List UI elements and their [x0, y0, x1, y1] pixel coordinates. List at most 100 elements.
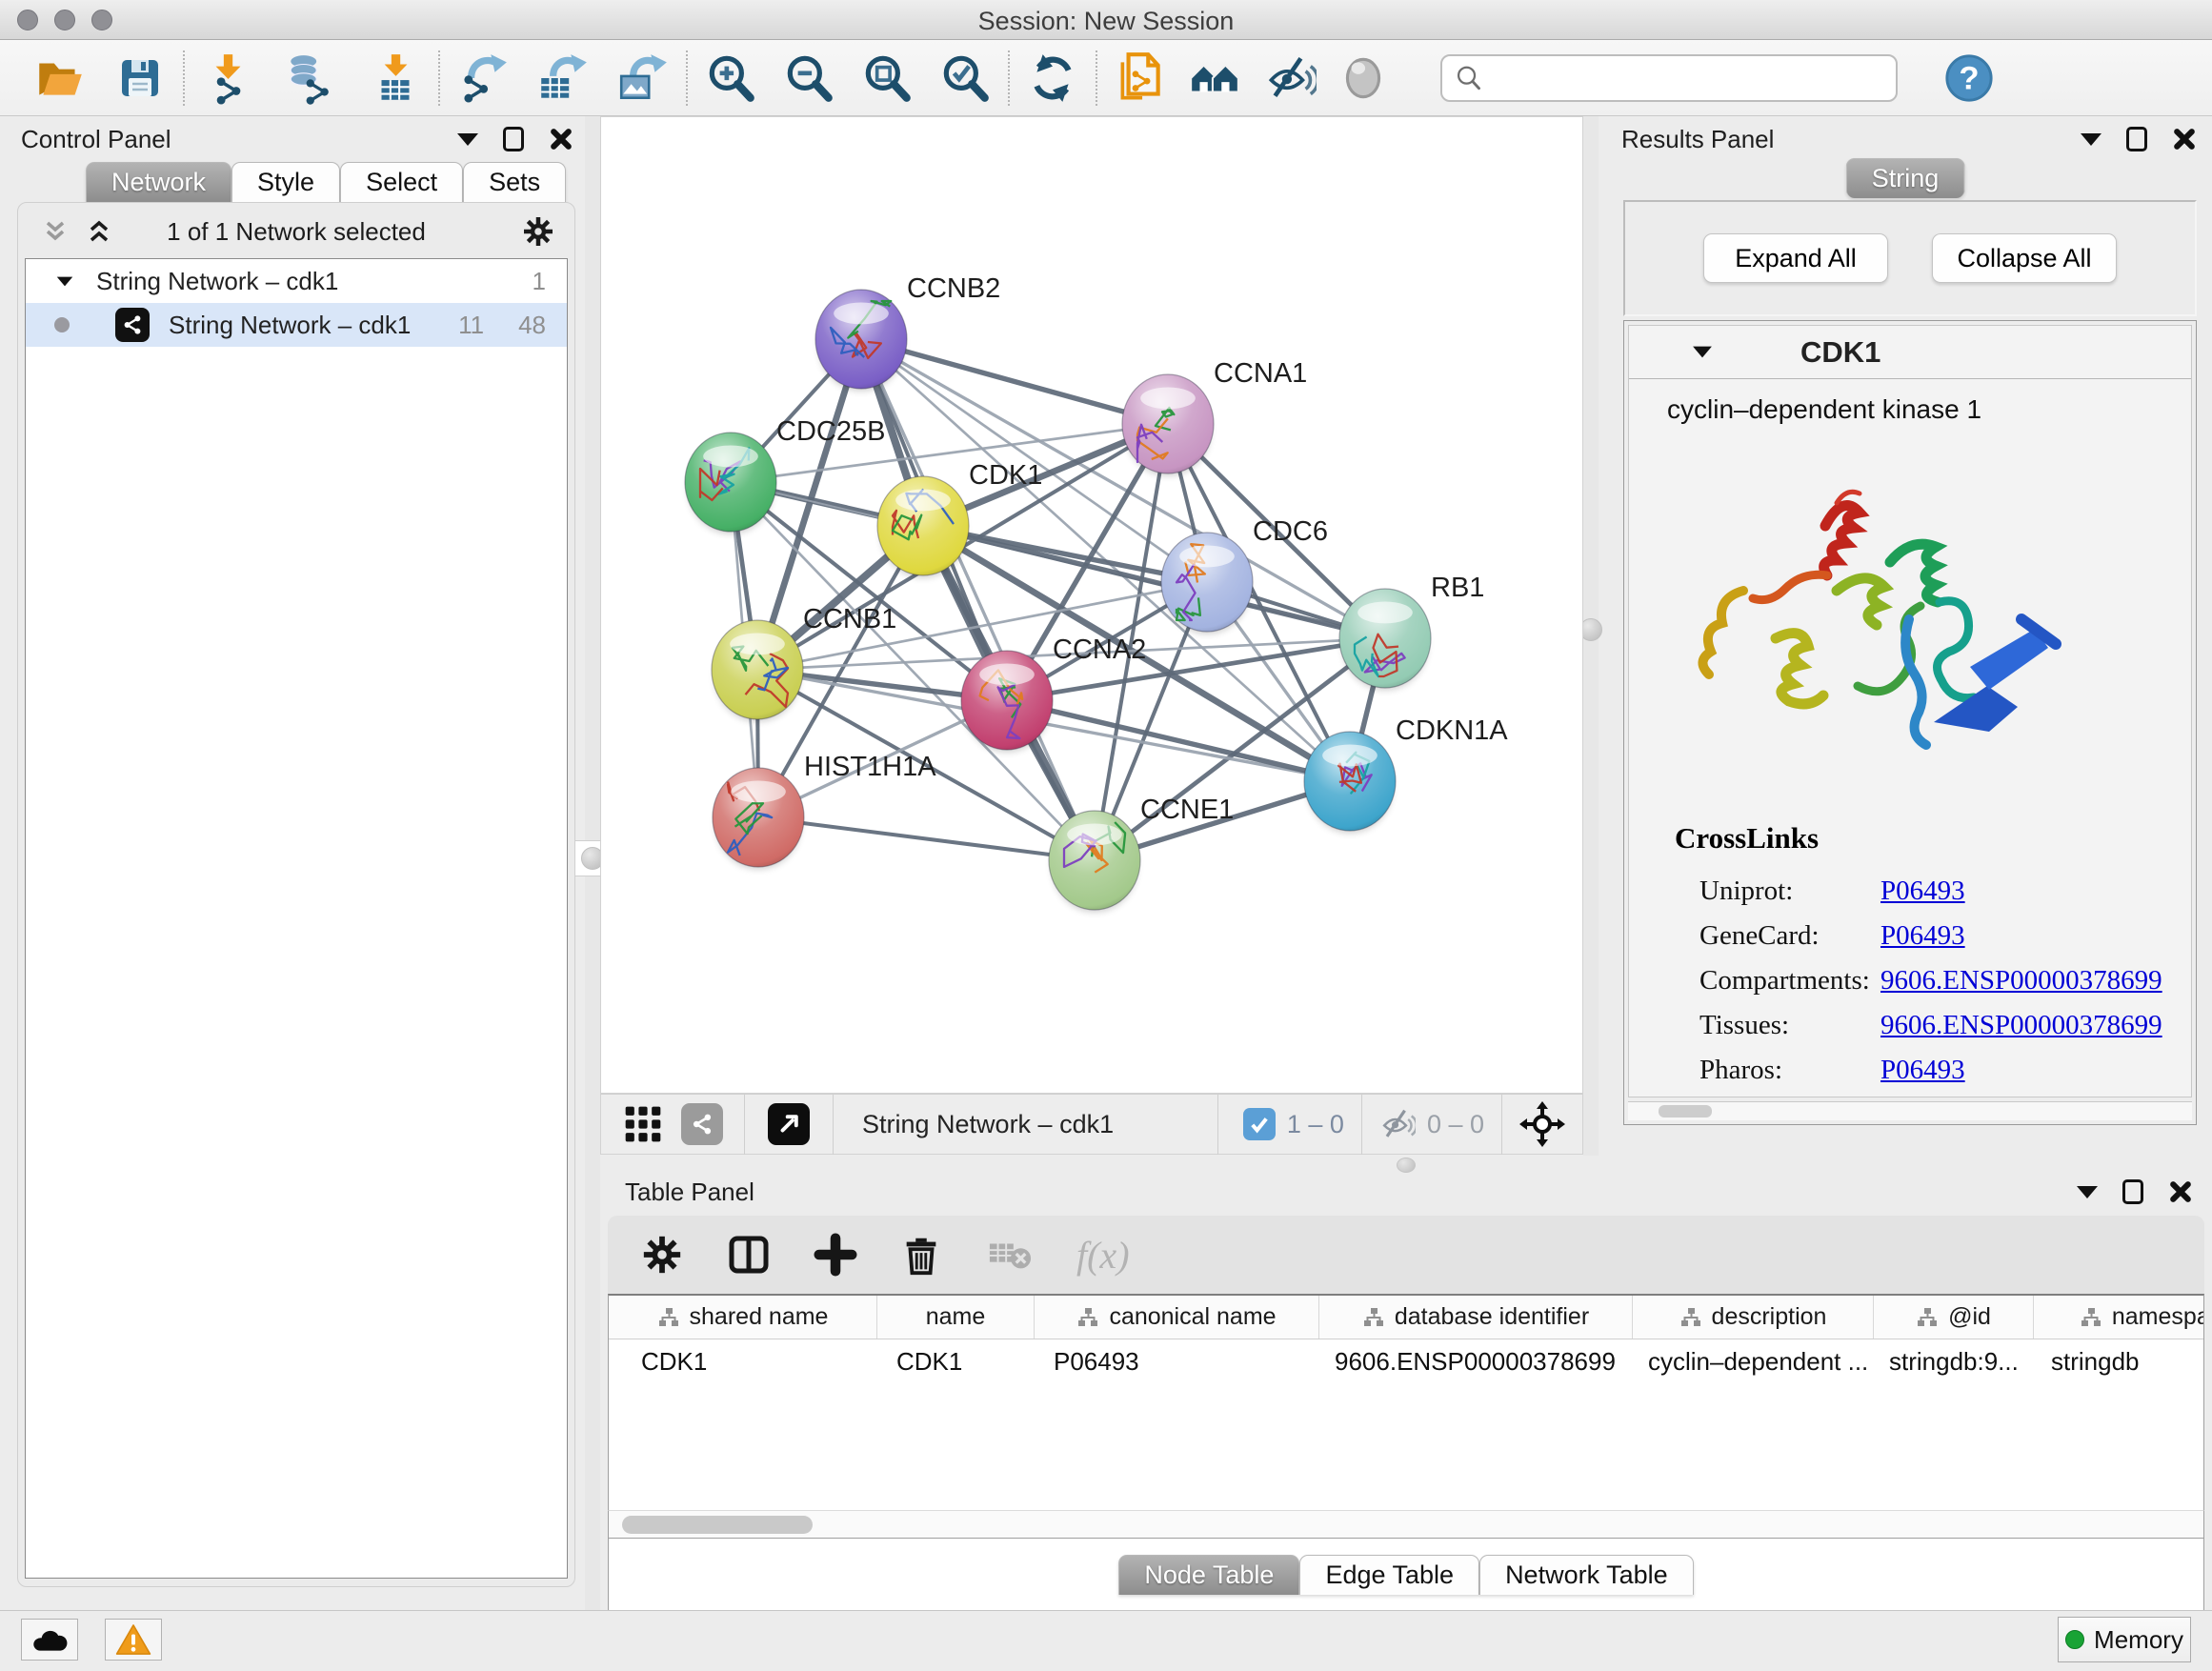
apply-layout-button[interactable] — [1019, 47, 1086, 110]
memory-status-dot — [2065, 1630, 2084, 1649]
collapse-all-button[interactable]: Collapse All — [1932, 233, 2117, 283]
tree-expand-icon[interactable] — [57, 276, 73, 286]
network-node-label: CCNB2 — [907, 273, 1000, 304]
open-session-button[interactable] — [27, 47, 93, 110]
cell-database-identifier[interactable]: 9606.ENSP00000378699 — [1319, 1339, 1633, 1383]
new-network-from-selection-button[interactable] — [1107, 47, 1174, 110]
network-edge[interactable] — [758, 817, 1095, 860]
table-row[interactable]: CDK1 CDK1 P06493 9606.ENSP00000378699 cy… — [609, 1339, 2203, 1383]
netbar-separator — [1361, 1094, 1362, 1155]
panel-close-icon[interactable] — [2172, 127, 2197, 151]
left-splitter[interactable] — [585, 116, 600, 1610]
column-header-id[interactable]: @id — [1874, 1296, 2034, 1339]
import-table-button[interactable] — [362, 47, 429, 110]
import-network-file-button[interactable] — [194, 47, 261, 110]
toolbar-search[interactable] — [1440, 54, 1898, 102]
network-node-RB1[interactable]: RB1 — [1339, 573, 1484, 690]
column-header-canonical-name[interactable]: canonical name — [1035, 1296, 1319, 1339]
birds-eye-view-icon[interactable] — [622, 1103, 664, 1145]
netbar-separator — [744, 1094, 745, 1155]
results-horizontal-scrollbar[interactable] — [1628, 1101, 2192, 1120]
cell-namespace[interactable]: stringdb — [2034, 1339, 2204, 1383]
network-node-CCNE1[interactable]: CCNE1 — [1049, 795, 1234, 912]
crosslink-genecard-link[interactable]: P06493 — [1880, 920, 1965, 951]
network-edge[interactable] — [1007, 700, 1350, 781]
import-network-database-button[interactable] — [278, 47, 345, 110]
first-neighbors-button[interactable] — [1181, 47, 1248, 110]
expand-all-button[interactable]: Expand All — [1703, 233, 1888, 283]
crosslink-pharos-link[interactable]: P06493 — [1880, 1055, 1965, 1085]
cell-description[interactable]: cyclin–dependent ... — [1633, 1339, 1874, 1383]
export-image-button[interactable] — [610, 47, 676, 110]
save-session-button[interactable] — [107, 47, 173, 110]
hide-selection-button[interactable] — [1256, 47, 1322, 110]
memory-button[interactable]: Memory — [2058, 1617, 2191, 1662]
network-options-gear-icon[interactable] — [521, 214, 555, 249]
network-node-CCNB1[interactable]: CCNB1 — [712, 604, 896, 721]
tab-network-table[interactable]: Network Table — [1479, 1555, 1694, 1595]
network-node-HIST1H1A[interactable]: HIST1H1A — [713, 752, 936, 869]
expand-all-chevron-icon[interactable] — [85, 217, 113, 246]
cdk1-entry-header[interactable]: CDK1 — [1629, 326, 2191, 379]
column-header-name[interactable]: name — [877, 1296, 1035, 1339]
tab-string[interactable]: String — [1846, 158, 1965, 198]
tab-node-table[interactable]: Node Table — [1118, 1555, 1299, 1595]
warnings-button[interactable] — [105, 1619, 162, 1661]
zoom-selected-button[interactable] — [932, 47, 998, 110]
entry-collapse-icon[interactable] — [1693, 347, 1712, 358]
panel-collapse-icon[interactable] — [2077, 1186, 2098, 1198]
tab-select[interactable]: Select — [340, 162, 463, 202]
cell-shared-name[interactable]: CDK1 — [609, 1339, 877, 1383]
panel-float-icon[interactable] — [503, 127, 524, 151]
tab-sets[interactable]: Sets — [463, 162, 566, 202]
panel-collapse-icon[interactable] — [2081, 133, 2101, 146]
show-all-button[interactable] — [1330, 47, 1397, 110]
open-in-window-icon[interactable] — [768, 1103, 810, 1145]
cloud-status-button[interactable] — [21, 1619, 78, 1661]
tab-network[interactable]: Network — [86, 162, 231, 202]
toolbar-separator — [183, 50, 185, 106]
network-canvas[interactable]: CCNB2CCNA1CDC25BCDK1CDC6RB1CCNB1CCNA2CDK… — [600, 116, 1583, 1094]
results-panel-title: Results Panel — [1621, 125, 1774, 154]
tab-style[interactable]: Style — [231, 162, 340, 202]
tab-edge-table[interactable]: Edge Table — [1299, 1555, 1479, 1595]
network-collection-row[interactable]: String Network – cdk1 1 — [26, 259, 567, 303]
column-header-shared-name[interactable]: shared name — [609, 1296, 877, 1339]
zoom-in-button[interactable] — [697, 47, 764, 110]
table-horizontal-scrollbar[interactable] — [608, 1510, 2204, 1539]
network-row-selected[interactable]: String Network – cdk1 11 48 — [26, 303, 567, 347]
table-options-gear-icon[interactable] — [640, 1233, 684, 1277]
column-header-namespace[interactable]: namespace — [2034, 1296, 2204, 1339]
pan-crosshair-icon[interactable] — [1519, 1101, 1565, 1147]
create-column-plus-icon[interactable] — [814, 1233, 857, 1277]
crosslink-uniprot-link[interactable]: P06493 — [1880, 876, 1965, 906]
export-network-button[interactable] — [450, 47, 516, 110]
help-button[interactable]: ? — [1936, 47, 2002, 110]
cell-canonical-name[interactable]: P06493 — [1035, 1339, 1319, 1383]
column-header-description[interactable]: description — [1633, 1296, 1874, 1339]
panel-close-icon[interactable] — [2168, 1179, 2193, 1204]
zoom-fit-button[interactable] — [854, 47, 920, 110]
network-node-CCNA1[interactable]: CCNA1 — [1122, 358, 1307, 475]
selected-items-checkbox-icon[interactable] — [1243, 1108, 1276, 1140]
string-network-graph[interactable]: CCNB2CCNA1CDC25BCDK1CDC6RB1CCNB1CCNA2CDK… — [601, 117, 1582, 1093]
panel-float-icon[interactable] — [2126, 127, 2147, 151]
cell-id[interactable]: stringdb:9... — [1874, 1339, 2034, 1383]
network-share-badge-icon[interactable] — [681, 1103, 723, 1145]
export-table-button[interactable] — [530, 47, 596, 110]
show-columns-icon[interactable] — [726, 1232, 772, 1278]
panel-collapse-icon[interactable] — [457, 133, 478, 146]
right-splitter[interactable] — [1583, 116, 1599, 1156]
search-input[interactable] — [1484, 63, 1884, 92]
panel-float-icon[interactable] — [2122, 1179, 2143, 1204]
panel-close-icon[interactable] — [549, 127, 573, 151]
network-node-CDKN1A[interactable]: CDKN1A — [1304, 715, 1508, 833]
zoom-out-button[interactable] — [775, 47, 842, 110]
crosslink-compartments-link[interactable]: 9606.ENSP00000378699 — [1880, 965, 2162, 996]
crosslink-tissues-link[interactable]: 9606.ENSP00000378699 — [1880, 1010, 2162, 1040]
column-header-database-identifier[interactable]: database identifier — [1319, 1296, 1633, 1339]
cell-name[interactable]: CDK1 — [877, 1339, 1035, 1383]
delete-column-trash-icon[interactable] — [899, 1233, 943, 1277]
collapse-all-chevron-icon[interactable] — [41, 217, 70, 246]
zoom-out-icon — [781, 50, 836, 106]
